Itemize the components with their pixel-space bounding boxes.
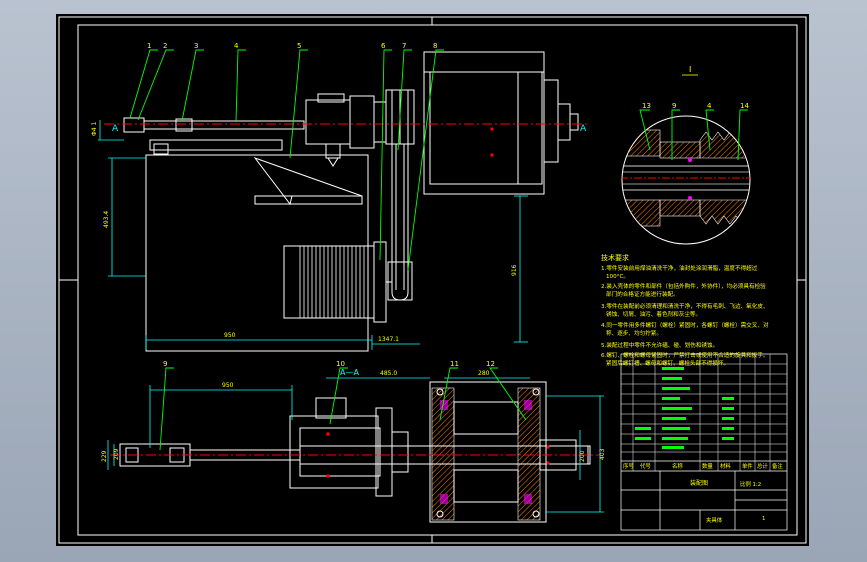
balloon-4: 4 bbox=[234, 42, 239, 50]
tech-req-line-1: 1.零件安装前用煤油清洗干净，油封处涂润滑脂，温度不得超过 bbox=[601, 264, 758, 272]
tech-req-line-9: 5.装配过程中零件不允许磕、碰、划伤和锈蚀。 bbox=[601, 341, 718, 349]
detail-balloon-13: 13 bbox=[642, 102, 651, 110]
title-scale: 比例 1:2 bbox=[740, 480, 761, 488]
tech-req-line-10: 6.螺钉、螺栓和螺母紧固时，严禁打击或使用不合适的旋具和扳手。 bbox=[601, 351, 769, 359]
dim-width-bottom: 950 bbox=[222, 382, 234, 389]
tech-req-title: 技术要求 bbox=[601, 253, 629, 262]
bom-header-no: 序号 bbox=[623, 462, 634, 470]
dim-mid: 485.0 bbox=[380, 370, 397, 377]
dim-right-a: 200 bbox=[579, 450, 586, 462]
balloon-9: 9 bbox=[163, 360, 167, 368]
tech-req-line-6: 锈蚀、切屑、油污、着色剂和灰尘等。 bbox=[606, 310, 701, 318]
dim-left-a: 229 bbox=[101, 450, 108, 462]
dim-spindle: 280 bbox=[478, 370, 490, 377]
cad-viewport: Φ4 1 493.4 950 1347.1 916 A A 1 2 3 4 5 … bbox=[0, 0, 867, 562]
balloon-2: 2 bbox=[163, 42, 167, 50]
detail-balloon-4: 4 bbox=[707, 102, 712, 110]
tech-req-line-11: 紧固后螺钉槽、螺母和螺钉、螺栓头部不得损坏。 bbox=[606, 359, 729, 367]
title-sheet: 1 bbox=[762, 516, 765, 522]
tech-req-line-4: 部门的合格证方能进行装配。 bbox=[606, 290, 679, 298]
title-center: 装配图 bbox=[690, 479, 708, 487]
balloon-3: 3 bbox=[194, 42, 198, 50]
bom-header-qty: 数量 bbox=[702, 462, 713, 470]
tech-req-line-8: 称、逐步、均匀拧紧。 bbox=[606, 329, 662, 337]
section-mark-right: A bbox=[580, 124, 587, 134]
title-company: 夹具体 bbox=[706, 516, 723, 524]
bom-header-remark: 备注 bbox=[772, 462, 783, 470]
balloon-6: 6 bbox=[381, 42, 386, 50]
section-title: A—A bbox=[340, 368, 359, 377]
tech-req-line-2: 100°C。 bbox=[606, 274, 629, 280]
bom-header-unit: 单件 bbox=[742, 462, 753, 470]
tech-req-line-7: 4.同一零件用多件螺钉（螺栓）紧固时，各螺钉（螺栓）需交叉、对 bbox=[601, 321, 769, 329]
dim-width-top2: 1347.1 bbox=[378, 336, 399, 343]
bom-header-material: 材料 bbox=[720, 462, 731, 470]
dim-right-b: 403 bbox=[599, 448, 606, 460]
dim-left-b: 209 bbox=[113, 448, 120, 460]
dim-width-top: 950 bbox=[224, 332, 236, 339]
bom-header-name: 名称 bbox=[672, 462, 683, 470]
bom-header-code: 代号 bbox=[640, 462, 651, 470]
balloon-10: 10 bbox=[336, 360, 345, 368]
tech-req-line-3: 2.装入壳体的零件和部件（包括外购件，外协件），均必须具有检验 bbox=[601, 282, 766, 290]
balloon-12: 12 bbox=[486, 360, 495, 368]
detail-label: I bbox=[689, 65, 691, 74]
tech-req-line-5: 3.零件在装配前必须清理和清洗干净，不得有毛刺、飞边、氧化皮、 bbox=[601, 302, 769, 310]
detail-balloon-9: 9 bbox=[672, 102, 676, 110]
balloon-5: 5 bbox=[297, 42, 301, 50]
balloon-11: 11 bbox=[450, 360, 459, 368]
assembly-drawing: Φ4 1 493.4 950 1347.1 916 A A 1 2 3 4 5 … bbox=[56, 14, 809, 546]
balloon-7: 7 bbox=[402, 42, 406, 50]
bom-header-total: 总计 bbox=[757, 462, 768, 470]
dim-height-left: 493.4 bbox=[103, 211, 110, 228]
dim-phi: Φ4 1 bbox=[91, 122, 98, 136]
dim-height-right: 916 bbox=[511, 264, 518, 276]
section-mark-left: A bbox=[112, 124, 119, 134]
balloon-1: 1 bbox=[147, 42, 151, 50]
detail-balloon-14: 14 bbox=[740, 102, 749, 110]
balloon-8: 8 bbox=[433, 42, 437, 50]
